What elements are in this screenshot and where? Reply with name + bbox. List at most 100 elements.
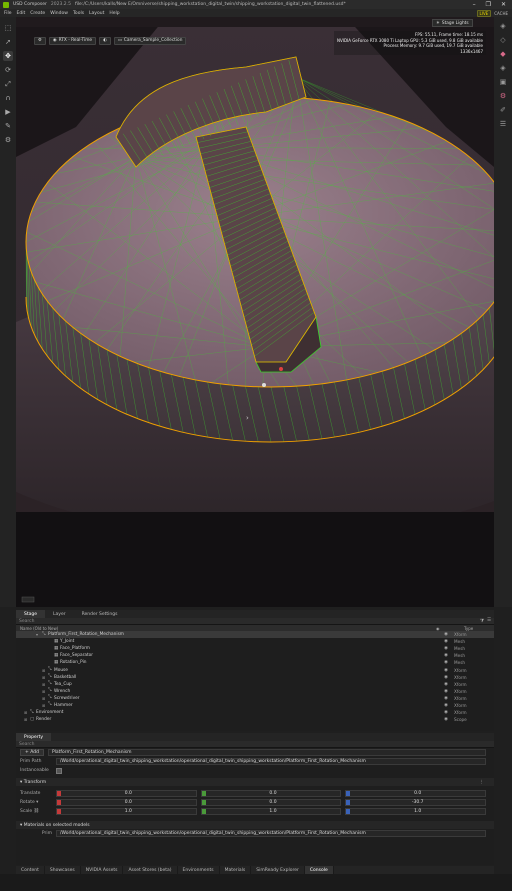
gizmo-x-handle[interactable] — [279, 367, 283, 371]
cube-wire-icon[interactable]: ◇ — [498, 35, 508, 45]
menu-layout[interactable]: Layout — [89, 11, 104, 16]
rotate-x-field[interactable]: 0.0 — [56, 799, 197, 806]
live-button[interactable]: LIVE — [476, 9, 492, 17]
stage-row[interactable]: ⊞ ⤡ Basketball ◉ Xform — [16, 674, 494, 681]
brush-icon[interactable]: ✎ — [3, 121, 13, 131]
play-icon[interactable]: ▶ — [3, 107, 13, 117]
tab-asset-stores[interactable]: Asset Stores (beta) — [123, 866, 178, 874]
prim-name-field[interactable]: Platform_First_Rotation_Mechanism — [47, 749, 486, 756]
visibility-eye-icon[interactable]: ◉ — [444, 703, 448, 708]
menu-edit[interactable]: Edit — [17, 11, 26, 16]
menu-window[interactable]: Window — [50, 11, 68, 16]
stage-row[interactable]: ▦ Face_Platform ◉ Mesh — [16, 645, 494, 652]
tab-stage[interactable]: Stage — [16, 610, 46, 618]
menu-help[interactable]: Help — [109, 11, 119, 16]
cache-button[interactable]: CACHE — [494, 11, 508, 16]
stage-search[interactable]: Search ⧩ ☰ — [16, 618, 494, 625]
viewport[interactable]: › ⚙ ◉ RTX - Real-Time ◐ ▭ Camera_Sample_Co… — [16, 17, 494, 607]
instanceable-checkbox[interactable] — [56, 767, 62, 774]
column-type[interactable]: Type — [464, 626, 494, 631]
expand-toggle-icon[interactable]: ⊞ — [42, 689, 46, 694]
stage-row[interactable]: ▦ Face_Separator ◉ Mesh — [16, 652, 494, 659]
expand-toggle-icon[interactable]: ⊞ — [42, 675, 46, 680]
tab-console[interactable]: Console — [304, 866, 334, 874]
visibility-eye-icon[interactable]: ◉ — [444, 696, 448, 701]
box-icon[interactable]: ▣ — [498, 77, 508, 87]
viewport-settings-button[interactable]: ⚙ — [34, 36, 46, 45]
translate-y-field[interactable]: 0.0 — [200, 790, 342, 797]
visibility-eye-icon[interactable]: ◉ — [444, 717, 448, 722]
physics-icon[interactable]: ⚙ — [3, 135, 13, 145]
stage-row[interactable]: ▦ Y_Joint ◉ Mesh — [16, 638, 494, 645]
cube-icon[interactable]: ◈ — [498, 21, 508, 31]
visibility-eye-icon[interactable]: ◉ — [444, 632, 448, 637]
tab-nvidia-assets[interactable]: NVIDIA Assets — [81, 866, 124, 874]
expand-toggle-icon[interactable]: ⊞ — [24, 710, 28, 715]
tab-layer[interactable]: Layer — [45, 610, 74, 618]
stage-row[interactable]: ⊞ ▢ Render ◉ Scope — [16, 716, 494, 723]
expand-toggle-icon[interactable]: ⊞ — [42, 696, 46, 701]
menu-file[interactable]: File — [4, 11, 12, 16]
translate-x-field[interactable]: 0.0 — [56, 790, 197, 797]
visibility-eye-icon[interactable]: ◉ — [444, 689, 448, 694]
close-button[interactable]: ✕ — [501, 1, 506, 8]
transform-section[interactable]: ▾ Transform ⋮ — [16, 778, 494, 786]
stage-row[interactable]: ▾ ⤡ Platform_First_Rotation_Mechanism ◉ Xfor… — [16, 631, 494, 639]
settings-gear-icon[interactable]: ⚙ — [498, 91, 508, 101]
nav-arrow-icon[interactable]: › — [246, 414, 249, 422]
snap-icon[interactable]: ∩ — [3, 93, 13, 103]
property-search[interactable]: Search — [16, 741, 494, 748]
stage-lights-button[interactable]: ☀ Stage Lights — [432, 19, 473, 27]
expand-toggle-icon[interactable]: ▾ — [36, 632, 40, 637]
stage-search-input[interactable]: Search — [19, 619, 34, 624]
list-options-icon[interactable]: ☰ — [487, 618, 491, 624]
stage-row[interactable]: ⊞ ⤡ Screwdriver ◉ Xform — [16, 695, 494, 702]
scale-x-field[interactable]: 1.0 — [56, 808, 197, 815]
transform-menu-icon[interactable]: ⋮ — [480, 780, 495, 785]
minimize-button[interactable]: – — [473, 1, 476, 8]
sliders-icon[interactable]: ☰ — [498, 119, 508, 129]
menu-create[interactable]: Create — [30, 11, 45, 16]
scale-icon[interactable]: ⤢ — [3, 79, 13, 89]
menu-tools[interactable]: Tools — [73, 11, 84, 16]
tab-property[interactable]: Property — [16, 733, 52, 741]
renderer-button[interactable]: ◉ RTX - Real-Time — [48, 36, 97, 45]
visibility-eye-icon[interactable]: ◉ — [444, 682, 448, 687]
filter-icon[interactable]: ⧩ — [480, 618, 484, 624]
display-button[interactable]: ◐ — [99, 36, 111, 45]
visibility-eye-icon[interactable]: ◉ — [444, 710, 448, 715]
tab-simready-explorer[interactable]: SimReady Explorer — [251, 866, 305, 874]
move-icon[interactable]: ✥ — [3, 51, 13, 61]
cube-grid-icon[interactable]: ◈ — [498, 63, 508, 73]
visibility-eye-icon[interactable]: ◉ — [444, 653, 448, 658]
column-name[interactable]: Name (Old to New) — [20, 626, 58, 631]
visibility-eye-icon[interactable]: ◉ — [444, 639, 448, 644]
expand-toggle-icon[interactable]: ⊞ — [42, 682, 46, 687]
scale-label[interactable]: Scale ⛓ — [20, 809, 52, 814]
stage-row[interactable]: ⊞ ⤡ Wrench ◉ Xform — [16, 688, 494, 695]
select-mode-icon[interactable]: ⬚ — [3, 23, 13, 33]
tab-environments[interactable]: Environments — [178, 866, 220, 874]
scale-y-field[interactable]: 1.0 — [200, 808, 342, 815]
stage-row[interactable]: ⊞ ⤡ Mouse ◉ Xform — [16, 666, 494, 673]
visibility-eye-icon[interactable]: ◉ — [444, 646, 448, 651]
camera-button[interactable]: ▭ Camera_Sample_Collection — [113, 36, 187, 45]
stage-row[interactable]: ⊞ ⤡ Tea_Cup ◉ Xform — [16, 681, 494, 688]
tab-content[interactable]: Content — [16, 866, 45, 874]
materials-section[interactable]: ▾ Materials on selected models — [16, 821, 494, 829]
stage-row[interactable]: ⊞ ⤡ Environment ◉ Xform — [16, 709, 494, 716]
rotate-z-field[interactable]: -30.7 — [345, 799, 487, 806]
rotate-icon[interactable]: ⟳ — [3, 65, 13, 75]
visibility-eye-icon[interactable]: ◉ — [444, 675, 448, 680]
stage-row[interactable]: ▦ Rotation_Pin ◉ Mesh — [16, 659, 494, 666]
expand-toggle-icon[interactable]: ⊞ — [42, 703, 46, 708]
maximize-button[interactable]: ❐ — [486, 1, 491, 8]
prim-path-field[interactable]: /World/operational_digital_twin_shipping… — [56, 758, 486, 765]
add-button[interactable]: + Add — [20, 749, 44, 756]
rotate-y-field[interactable]: 0.0 — [200, 799, 342, 806]
pointer-icon[interactable]: ➚ — [3, 37, 13, 47]
tab-showcases[interactable]: Showcases — [45, 866, 81, 874]
tab-materials[interactable]: Materials — [220, 866, 252, 874]
visibility-eye-icon[interactable]: ◉ — [444, 668, 448, 673]
translate-z-field[interactable]: 0.0 — [345, 790, 487, 797]
